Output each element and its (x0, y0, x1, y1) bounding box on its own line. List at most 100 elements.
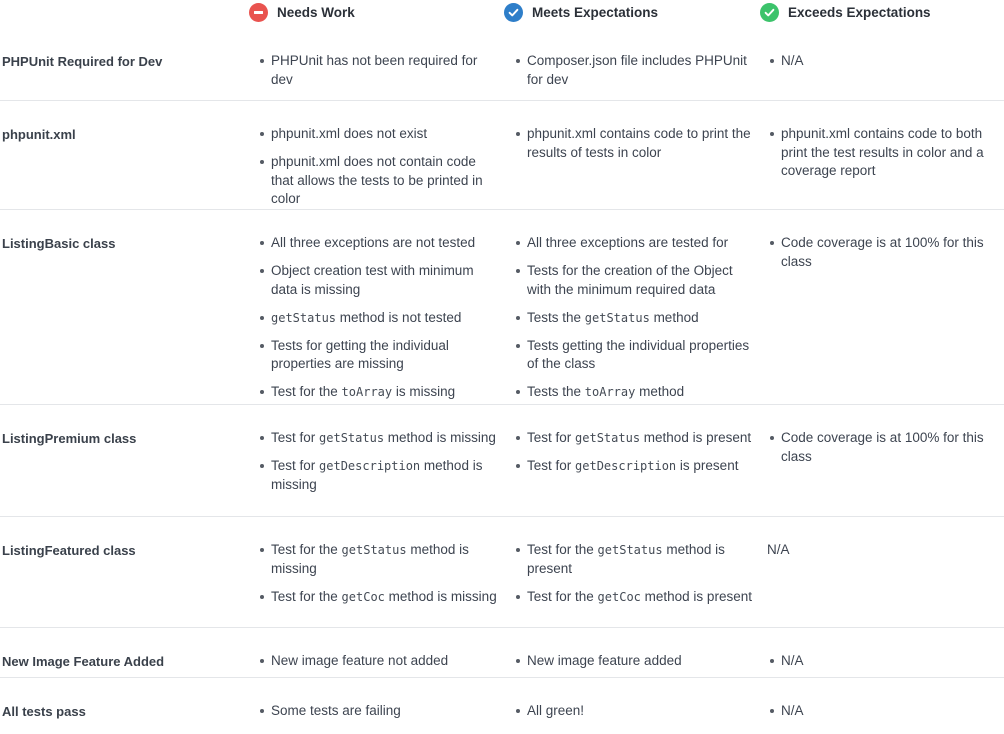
method-name-code: getDescription (319, 458, 421, 473)
minus-circle-icon (249, 3, 268, 22)
item-text: All green! (527, 703, 585, 718)
item-text: Tests the (527, 384, 585, 400)
column-needs-work: Needs Work (249, 3, 355, 22)
list-item: getStatus method is not tested (259, 309, 497, 328)
cell-exceeds: Code coverage is at 100% for this class (769, 429, 1001, 476)
column-needs-work-label: Needs Work (277, 5, 355, 20)
list-item: Tests the getStatus method (515, 309, 753, 328)
list-item: N/A (769, 652, 1001, 671)
cell-meets: Test for getStatus method is present Test… (515, 429, 753, 485)
list-item: Object creation test with minimum data i… (259, 262, 497, 299)
method-name-code: getCoc (341, 589, 385, 604)
item-text: method is missing (384, 588, 497, 604)
item-text: Tests the (527, 309, 585, 325)
item-text: method (649, 309, 699, 325)
item-text: Composer.json file includes PHPUnit for … (527, 53, 747, 87)
cell-needs: Some tests are failing (259, 702, 497, 730)
list-item: N/A (769, 702, 1001, 721)
cell-needs: PHPUnit has not been required for dev (259, 52, 497, 99)
list-item: Some tests are failing (259, 702, 497, 721)
item-text: method (635, 384, 685, 400)
item-text: method is missing (384, 430, 496, 445)
criteria-label: All tests pass (2, 704, 86, 719)
criteria-label: phpunit.xml (2, 127, 76, 142)
list-item: Tests for the creation of the Object wit… (515, 262, 753, 299)
item-text: Test for (271, 457, 320, 473)
item-text: Code coverage is at 100% for this class (781, 235, 984, 269)
column-exceeds-expectations: Exceeds Expectations (760, 3, 931, 22)
cell-meets: Composer.json file includes PHPUnit for … (515, 52, 753, 99)
list-item: New image feature added (515, 652, 753, 671)
cell-needs: All three exceptions are not tested Objec… (259, 234, 497, 411)
method-name-code: toArray (341, 385, 393, 400)
list-item: Test for the getStatus method is present (515, 541, 753, 578)
cell-exceeds: phpunit.xml contains code to both print … (769, 125, 1001, 190)
list-item: Test for getDescription is present (515, 457, 753, 476)
cell-meets: Test for the getStatus method is present… (515, 541, 753, 616)
criteria-label: PHPUnit Required for Dev (2, 54, 163, 69)
list-item: Test for getStatus method is missing (259, 429, 497, 448)
cell-needs: Test for getStatus method is missing Test… (259, 429, 497, 504)
item-text: Object creation test with minimum data i… (271, 262, 474, 297)
method-name-code: getDescription (575, 458, 677, 473)
list-item: Code coverage is at 100% for this class (769, 429, 1001, 466)
item-text: Some tests are failing (271, 703, 401, 718)
item-text: Tests for the creation of the Object wit… (527, 262, 733, 297)
list-item: All three exceptions are not tested (259, 234, 497, 253)
list-item: Tests getting the individual properties … (515, 337, 753, 374)
method-name-code: getStatus (597, 543, 663, 557)
list-item: phpunit.xml does not contain code that a… (259, 153, 497, 209)
item-text: method is not tested (336, 309, 462, 325)
item-text: N/A (781, 703, 804, 718)
column-meets-expectations-label: Meets Expectations (532, 5, 659, 20)
criteria-label: ListingPremium class (2, 431, 137, 446)
rubric-header: Needs Work Meets Expectations Exceeds Ex… (0, 0, 1004, 28)
item-text: N/A (767, 542, 790, 557)
item-text: method is present (640, 430, 752, 445)
list-item: phpunit.xml contains code to print the r… (515, 125, 753, 162)
list-item: Test for the getCoc method is present (515, 588, 753, 607)
rubric-rows: PHPUnit Required for Dev PHPUnit has not … (0, 28, 1004, 728)
item-text: Test for (271, 430, 320, 445)
item-text: phpunit.xml contains code to both print … (781, 126, 984, 179)
criteria-label: ListingFeatured class (2, 543, 136, 558)
list-item: All three exceptions are tested for (515, 234, 753, 253)
item-text: is present (676, 457, 739, 473)
column-exceeds-expectations-label: Exceeds Expectations (788, 5, 931, 20)
rubric-table: Needs Work Meets Expectations Exceeds Ex… (0, 0, 1004, 728)
table-row: PHPUnit Required for Dev PHPUnit has not … (0, 28, 1004, 101)
list-item: Test for the getCoc method is missing (259, 588, 497, 607)
cell-needs: phpunit.xml does not exist phpunit.xml do… (259, 125, 497, 218)
item-text: Test for the (271, 588, 342, 604)
list-item: phpunit.xml does not exist (259, 125, 497, 144)
list-item: Composer.json file includes PHPUnit for … (515, 52, 753, 89)
item-text: N/A (781, 53, 804, 68)
item-text: Code coverage is at 100% for this class (781, 430, 984, 464)
criteria-label: New Image Feature Added (2, 654, 165, 669)
item-text: Test for the (527, 542, 598, 557)
list-item: PHPUnit has not been required for dev (259, 52, 497, 89)
method-name-code: getStatus (575, 431, 641, 445)
cell-needs: New image feature not added (259, 652, 497, 680)
item-text: All three exceptions are tested for (527, 235, 729, 250)
item-text: Tests for getting the individual propert… (271, 337, 449, 372)
check-circle-icon (760, 3, 779, 22)
item-text: method is present (640, 588, 752, 604)
item-text: phpunit.xml does not exist (271, 126, 428, 141)
method-name-code: getStatus (584, 310, 650, 325)
list-item: All green! (515, 702, 753, 721)
cell-exceeds: Code coverage is at 100% for this class (769, 234, 1001, 281)
list-item: Test for the getStatus method is missing (259, 541, 497, 578)
check-circle-icon (504, 3, 523, 22)
cell-exceeds: N/A (769, 652, 1001, 680)
item-text: All three exceptions are not tested (271, 235, 476, 250)
item-text: New image feature added (527, 653, 682, 668)
cell-meets: New image feature added (515, 652, 753, 680)
item-text: Test for the (271, 542, 342, 557)
item-text: Test for (527, 430, 576, 445)
method-name-code: getStatus (319, 431, 385, 445)
cell-needs: Test for the getStatus method is missing… (259, 541, 497, 616)
method-name-code: getStatus (341, 543, 407, 557)
item-text: Test for the (271, 384, 342, 400)
item-text: Test for (527, 457, 576, 473)
